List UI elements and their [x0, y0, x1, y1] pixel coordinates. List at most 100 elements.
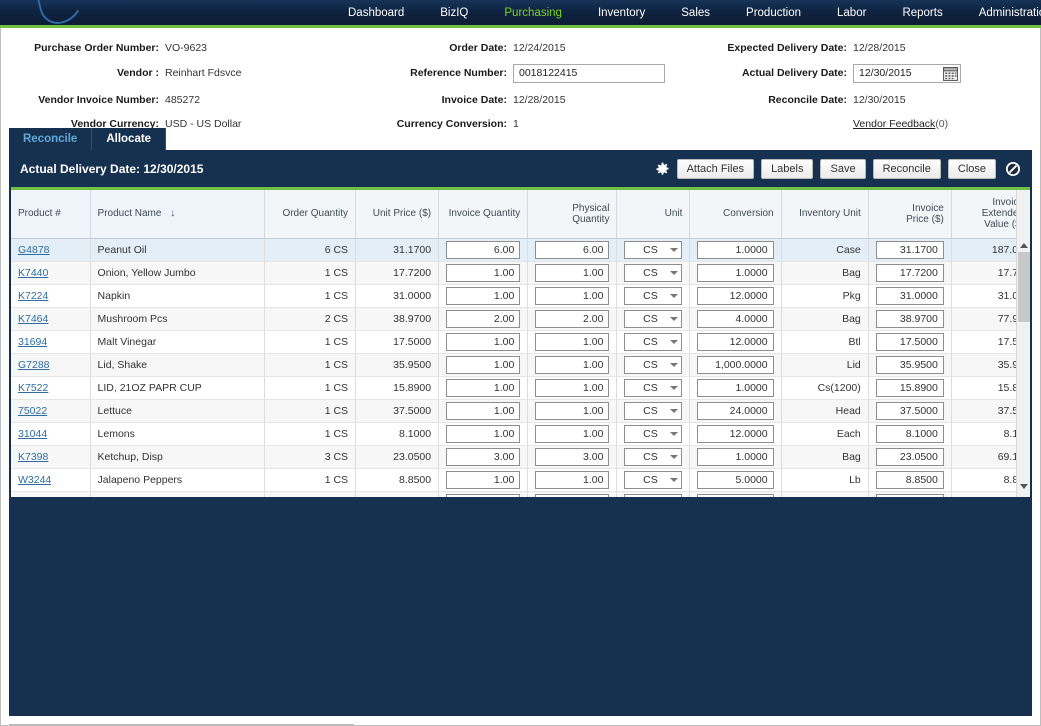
- invoice-quantity-input[interactable]: 1.00: [446, 401, 521, 420]
- table-row[interactable]: K7522 LID, 21OZ PAPR CUP 1 CS 15.8900 1.00 1.…: [11, 376, 1030, 400]
- invoice-price-input[interactable]: 38.9700: [875, 309, 944, 328]
- col-invoice-price[interactable]: Invoice Price ($): [868, 190, 952, 239]
- table-row[interactable]: K7224 Napkin 1 CS 31.0000 1.00 1.00 CS 12.0000 P…: [11, 284, 1030, 308]
- conversion-input[interactable]: 1,000.0000: [697, 355, 774, 374]
- conversion-input[interactable]: 100.0000: [697, 493, 774, 497]
- cell-product-number[interactable]: BP654: [11, 491, 91, 498]
- nav-item-production[interactable]: Production: [728, 3, 819, 23]
- unit-select[interactable]: CS: [624, 447, 683, 466]
- conversion-input[interactable]: 24.0000: [697, 401, 774, 420]
- product-number-link[interactable]: K7464: [18, 313, 48, 325]
- physical-quantity-input[interactable]: 3.00: [535, 447, 610, 466]
- invoice-quantity-input[interactable]: 1.00: [446, 286, 521, 305]
- physical-quantity-input[interactable]: 6.00: [535, 240, 610, 259]
- logo[interactable]: [0, 0, 330, 25]
- nav-item-dashboard[interactable]: Dashboard: [330, 3, 422, 23]
- unit-select[interactable]: CS: [624, 332, 683, 351]
- col-product-name[interactable]: Product Name ↓: [90, 190, 265, 239]
- conversion-input[interactable]: 4.0000: [697, 309, 774, 328]
- product-number-link[interactable]: K7224: [18, 290, 48, 302]
- invoice-price-input[interactable]: 23.0500: [875, 447, 944, 466]
- nav-item-purchasing[interactable]: Purchasing: [486, 3, 580, 23]
- unit-select[interactable]: CS: [624, 286, 683, 305]
- product-number-link[interactable]: K7440: [18, 267, 48, 279]
- gear-icon[interactable]: [655, 162, 670, 177]
- table-row[interactable]: BP654Hot Dog1 CS55.65001.001.00CS100.000…: [11, 491, 1030, 497]
- unit-select[interactable]: CS: [624, 240, 683, 259]
- product-number-link[interactable]: W3244: [18, 474, 51, 486]
- product-number-link[interactable]: G4878: [18, 244, 50, 256]
- invoice-quantity-input[interactable]: 1.00: [446, 263, 521, 282]
- invoice-quantity-input[interactable]: 1.00: [446, 355, 521, 374]
- table-row[interactable]: K7398 Ketchup, Disp 3 CS 23.0500 3.00 3.00 CS 1…: [11, 445, 1030, 469]
- cell-product-number[interactable]: K7522: [11, 376, 91, 400]
- conversion-input[interactable]: 1.0000: [697, 240, 774, 259]
- cell-product-number[interactable]: 31044: [11, 422, 91, 446]
- grid-scroll-thumb[interactable]: [1018, 252, 1030, 322]
- invoice-quantity-input[interactable]: 3.00: [446, 447, 521, 466]
- conversion-input[interactable]: 1.0000: [697, 378, 774, 397]
- cell-product-number[interactable]: G7288: [11, 353, 91, 377]
- unit-select[interactable]: CS: [624, 309, 683, 328]
- physical-quantity-input[interactable]: 2.00: [535, 309, 610, 328]
- conversion-input[interactable]: 1.0000: [697, 447, 774, 466]
- product-number-link[interactable]: 75022: [18, 405, 47, 417]
- cell-product-number[interactable]: W3244: [11, 468, 91, 492]
- nav-item-labor[interactable]: Labor: [819, 3, 884, 23]
- col-unit-price[interactable]: Unit Price ($): [355, 190, 440, 239]
- col-product-number[interactable]: Product #: [11, 190, 91, 239]
- table-row[interactable]: K7440 Onion, Yellow Jumbo 1 CS 17.7200 1.00 1…: [11, 261, 1030, 285]
- tab-allocate[interactable]: Allocate: [92, 128, 167, 150]
- col-unit[interactable]: Unit: [616, 190, 691, 239]
- invoice-quantity-input[interactable]: 1.00: [446, 378, 521, 397]
- col-invoice-quantity[interactable]: Invoice Quantity: [438, 190, 529, 239]
- cell-product-number[interactable]: 75022: [11, 399, 91, 423]
- nav-item-reports[interactable]: Reports: [884, 3, 960, 23]
- conversion-input[interactable]: 1.0000: [697, 263, 774, 282]
- unit-select[interactable]: CS: [624, 378, 683, 397]
- unit-select[interactable]: CS: [624, 424, 683, 443]
- nav-item-sales[interactable]: Sales: [663, 3, 728, 23]
- invoice-price-input[interactable]: 35.9500: [875, 355, 944, 374]
- product-number-link[interactable]: K7522: [18, 382, 48, 394]
- table-row[interactable]: 75022 Lettuce 1 CS 37.5000 1.00 1.00 CS 24.0000…: [11, 399, 1030, 423]
- invoice-price-input[interactable]: 17.7200: [875, 263, 944, 282]
- cell-product-number[interactable]: K7464: [11, 307, 91, 331]
- conversion-input[interactable]: 12.0000: [697, 332, 774, 351]
- invoice-price-input[interactable]: 8.8500: [875, 470, 944, 489]
- conversion-input[interactable]: 12.0000: [697, 286, 774, 305]
- product-number-link[interactable]: G7288: [18, 359, 50, 371]
- nav-item-biziq[interactable]: BizIQ: [422, 3, 486, 23]
- unit-select[interactable]: CS: [624, 493, 683, 497]
- physical-quantity-input[interactable]: 1.00: [535, 470, 610, 489]
- save-button[interactable]: Save: [820, 159, 866, 179]
- product-number-link[interactable]: K7398: [18, 451, 48, 463]
- reconcile-button[interactable]: Reconcile: [872, 159, 941, 179]
- conversion-input[interactable]: 5.0000: [697, 470, 774, 489]
- col-inventory-unit[interactable]: Inventory Unit: [781, 190, 869, 239]
- physical-quantity-input[interactable]: 1.00: [535, 263, 610, 282]
- table-row[interactable]: 31694 Malt Vinegar 1 CS 17.5000 1.00 1.00 CS 12…: [11, 330, 1030, 354]
- calendar-icon[interactable]: [942, 65, 959, 82]
- product-number-link[interactable]: BP654: [18, 497, 50, 498]
- col-order-quantity[interactable]: Order Quantity: [264, 190, 357, 239]
- table-row[interactable]: G4878 Peanut Oil 6 CS 31.1700 6.00 6.00 CS 1.00…: [11, 238, 1030, 262]
- table-row[interactable]: 31044 Lemons 1 CS 8.1000 1.00 1.00 CS 12.0000 Ea…: [11, 422, 1030, 446]
- product-number-link[interactable]: 31694: [18, 336, 47, 348]
- physical-quantity-input[interactable]: 1.00: [535, 355, 610, 374]
- attach-files-button[interactable]: Attach Files: [676, 159, 755, 179]
- invoice-price-input[interactable]: 31.0000: [875, 286, 944, 305]
- nav-item-inventory[interactable]: Inventory: [580, 3, 663, 23]
- unit-select[interactable]: CS: [624, 263, 683, 282]
- physical-quantity-input[interactable]: 1.00: [535, 378, 610, 397]
- invoice-price-input[interactable]: 31.1700: [875, 240, 944, 259]
- physical-quantity-input[interactable]: 1.00: [535, 332, 610, 351]
- physical-quantity-input[interactable]: 1.00: [535, 286, 610, 305]
- invoice-price-input[interactable]: 8.1000: [875, 424, 944, 443]
- physical-quantity-input[interactable]: 1.00: [535, 401, 610, 420]
- cell-product-number[interactable]: K7398: [11, 445, 91, 469]
- conversion-input[interactable]: 12.0000: [697, 424, 774, 443]
- reference-number-input[interactable]: [513, 63, 665, 83]
- invoice-price-input[interactable]: 17.5000: [875, 332, 944, 351]
- nav-item-administration[interactable]: Administration: [961, 3, 1041, 23]
